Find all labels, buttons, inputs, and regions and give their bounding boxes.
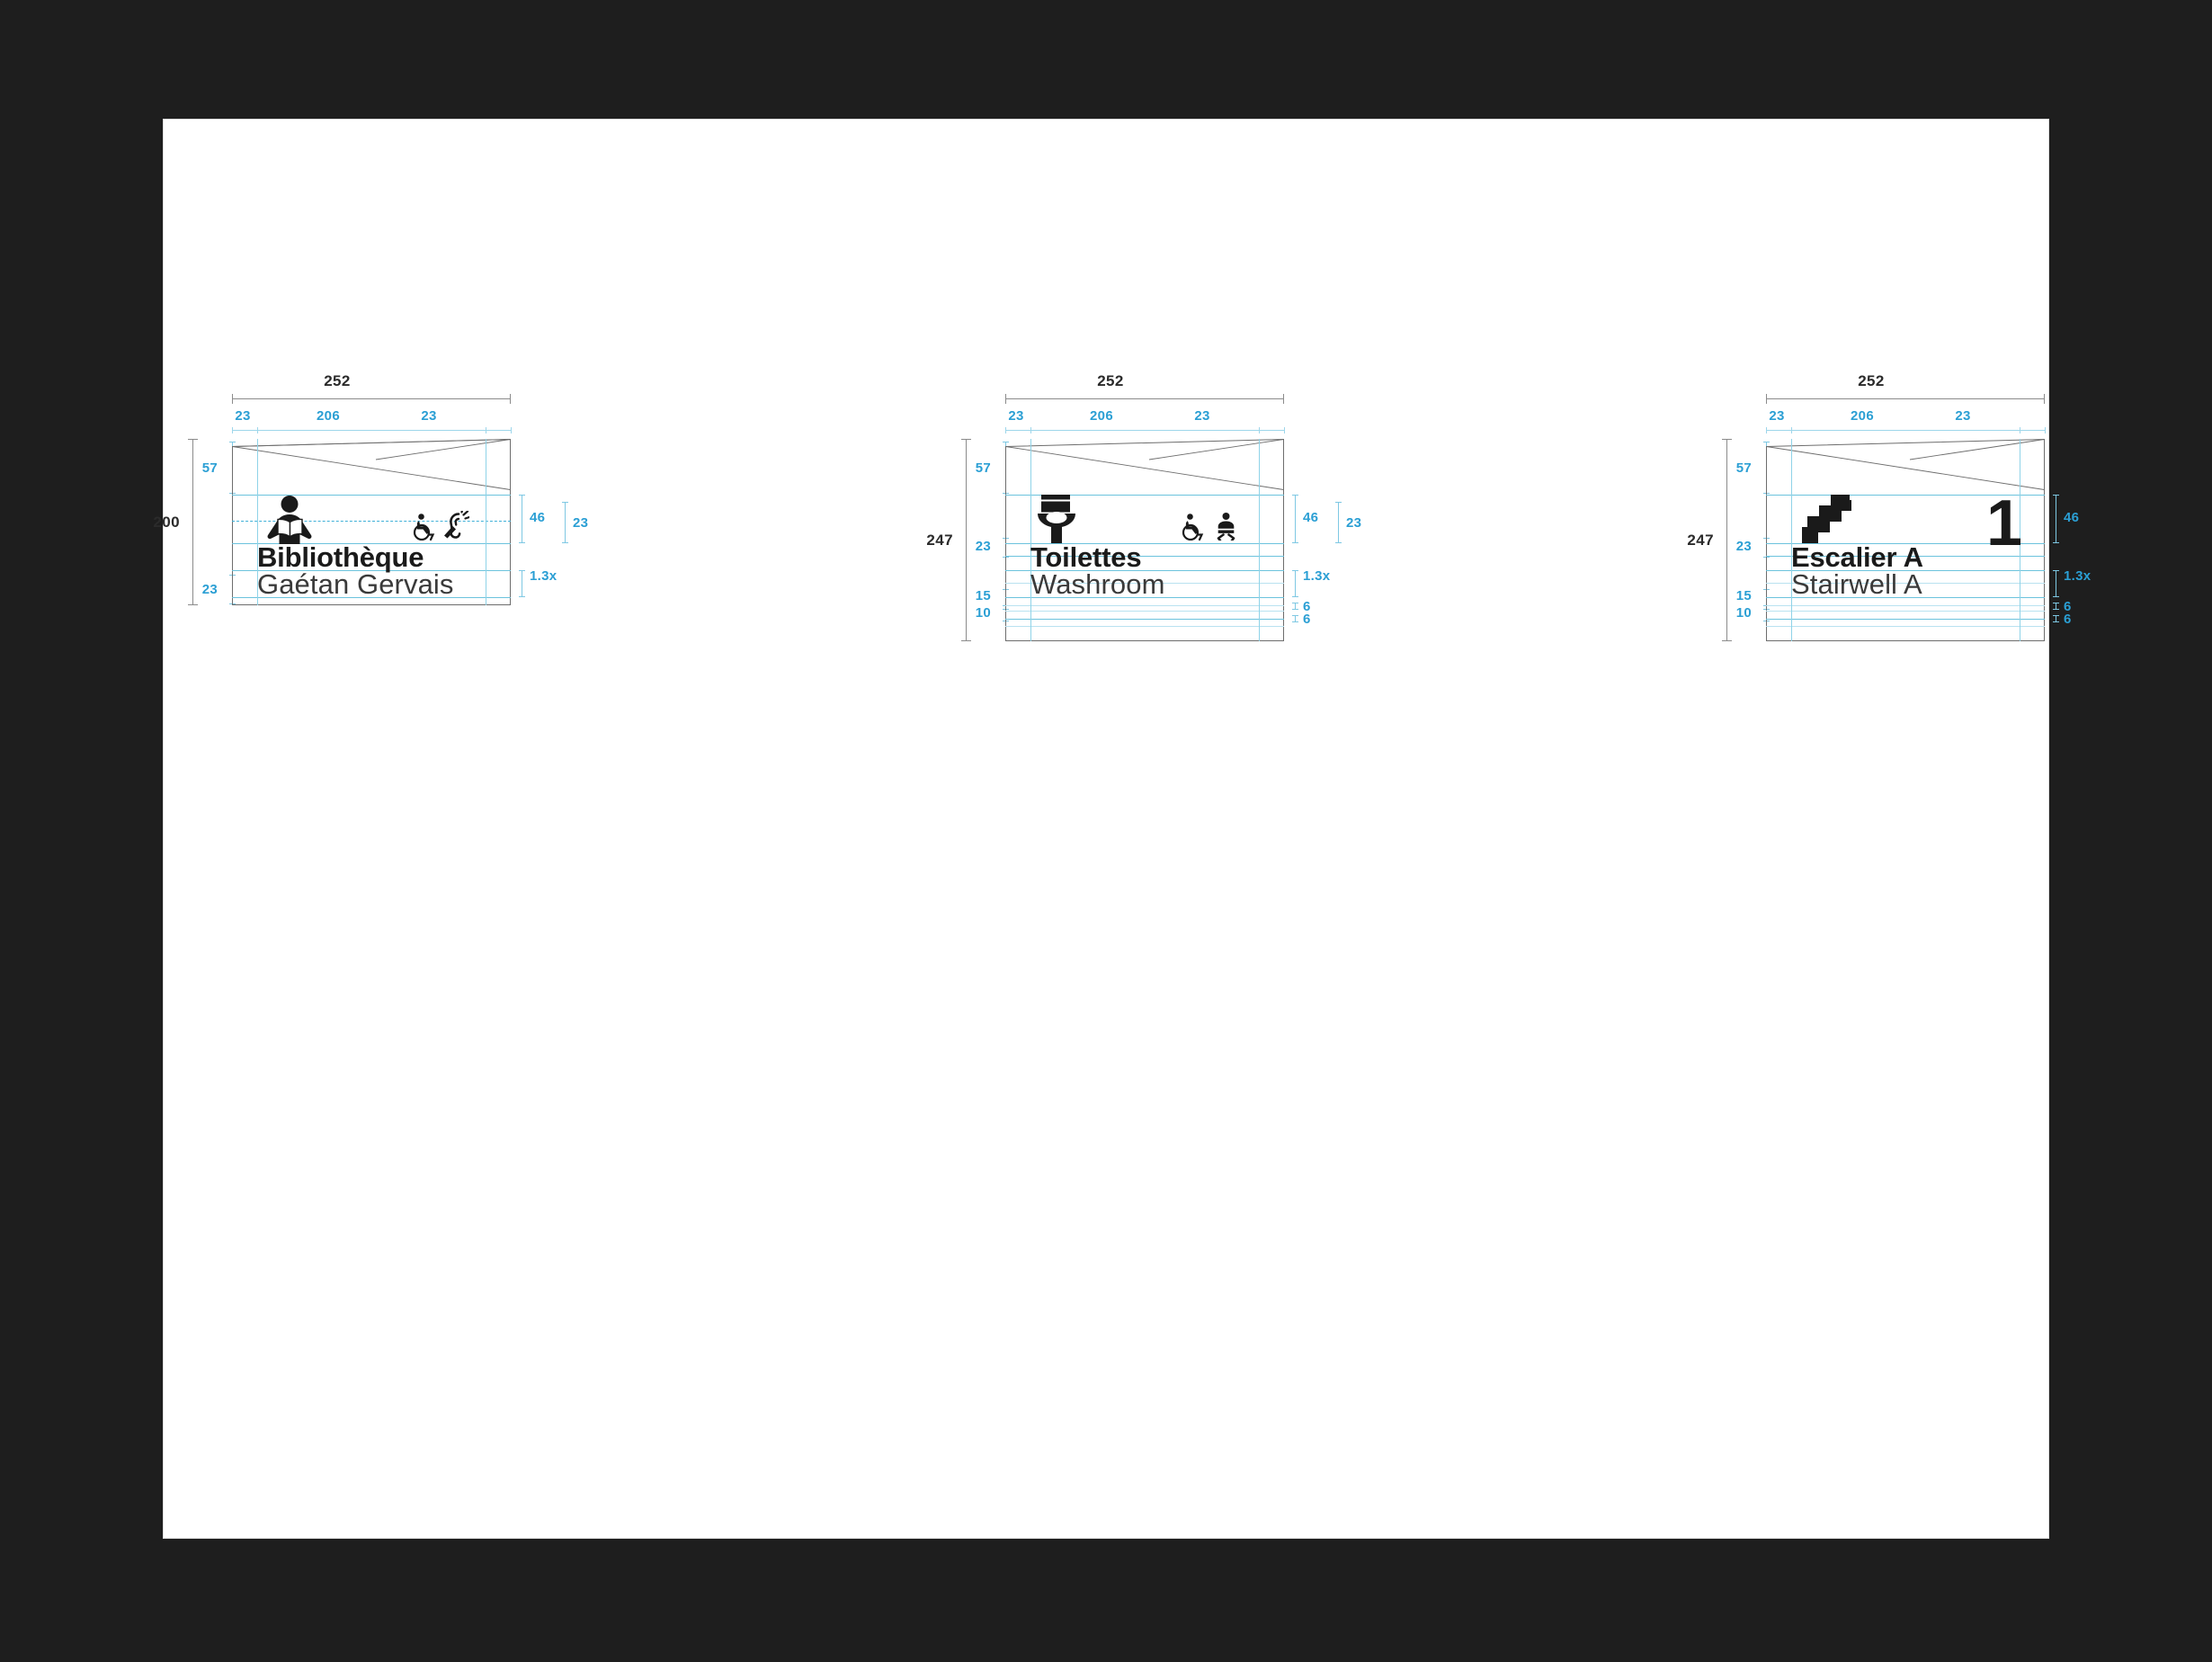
width-left-margin-label: 23: [235, 408, 251, 424]
width-sub-tick: [257, 427, 258, 433]
dim-label-15: 15: [1735, 588, 1752, 603]
width-left-margin-label: 23: [1769, 408, 1785, 424]
dim-label-46: 46: [530, 510, 546, 525]
stairs-icon: [1802, 495, 1851, 543]
width-right-margin-label: 23: [1955, 408, 1971, 424]
guide-extra-4: [1766, 626, 2045, 627]
width-total-label: 252: [324, 372, 351, 389]
dim-label-1-3x: 1.3x: [2064, 568, 2092, 584]
wheelchair-icon: [413, 514, 435, 541]
width-sub-tick: [511, 427, 512, 433]
dim-label-23-bottom: 23: [201, 582, 218, 597]
artboard-page: 252 23 206 23 200 57 23 Bibliothèque Gaé…: [153, 120, 2091, 1538]
width-total-rule: [232, 394, 511, 404]
guide-extra-1: [1766, 605, 2045, 606]
dim-label-10: 10: [1735, 605, 1752, 621]
sign-spec-panel-escalier-a: 252 23 206 23 247 57 23 15 10 1 Escalier…: [931, 120, 2091, 1538]
guide-extra-3: [1766, 619, 2045, 620]
height-total-label: 200: [153, 514, 180, 531]
width-right-margin-label: 23: [421, 408, 437, 424]
width-sub-tick: [232, 427, 233, 433]
reading-person-icon: [267, 496, 312, 544]
width-sub-tick: [1791, 427, 1792, 433]
dim-label-46: 46: [2064, 510, 2080, 525]
spec-sheet-stage: 252 23 206 23 200 57 23 Bibliothèque Gaé…: [0, 0, 2212, 1662]
guide-left-margin: [1791, 439, 1792, 641]
dim-label-57: 57: [201, 460, 218, 476]
width-middle-label: 206: [1851, 408, 1874, 424]
dim-label-23-left: 23: [1735, 539, 1752, 554]
guide-extra-2: [1766, 611, 2045, 612]
sign-secondary-text: Stairwell A: [1791, 568, 1922, 600]
dim-label-6-b: 6: [2064, 612, 2072, 627]
width-total-label: 252: [1858, 372, 1885, 389]
width-middle-label: 206: [317, 408, 340, 424]
width-sub-rule: [1766, 430, 2045, 431]
width-sub-tick: [2045, 427, 2046, 433]
sign-face-bibliotheque: Bibliothèque Gaétan Gervais: [232, 439, 511, 605]
dim-label-57: 57: [1735, 460, 1752, 476]
width-sub-tick: [1766, 427, 1767, 433]
hearing-assist-icon: [444, 511, 469, 539]
sign-face-escalier-a: 1 Escalier A Stairwell A: [1766, 439, 2045, 641]
sign-secondary-text: Gaétan Gervais: [257, 568, 454, 600]
width-total-rule: [1766, 394, 2045, 404]
width-sub-rule: [232, 430, 511, 431]
floor-number: 1: [1986, 487, 2023, 559]
